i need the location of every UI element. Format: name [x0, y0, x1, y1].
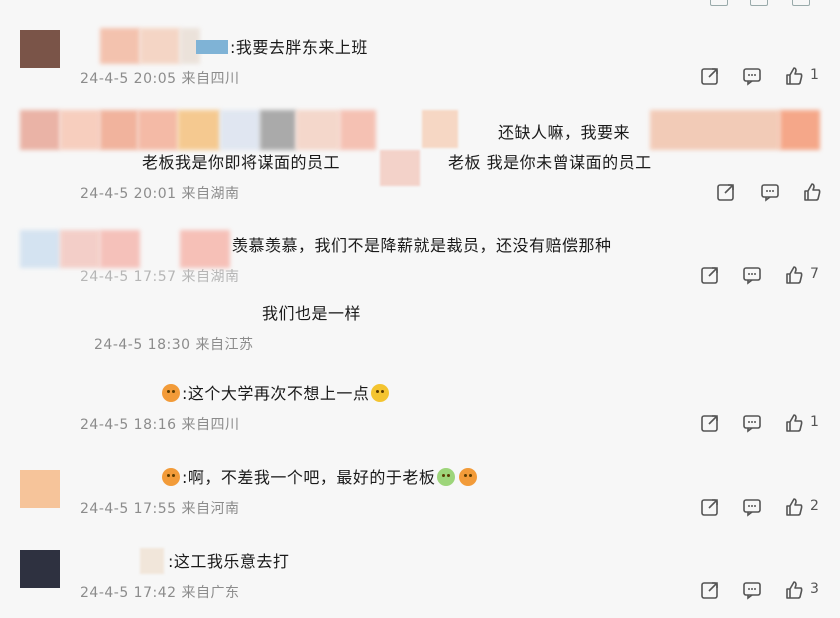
share-icon[interactable] [700, 497, 720, 517]
share-icon[interactable] [716, 182, 736, 202]
comment-icon[interactable] [742, 497, 762, 517]
comment-meta: 24-4-5 18:16 来自四川 [80, 417, 240, 433]
like-count: 1 [810, 67, 819, 83]
comment-text-content: :啊，不差我一个吧，最好的于老板 [182, 468, 436, 487]
blurred-username [100, 28, 200, 64]
comment-meta: 24-4-5 17:57 来自湖南 [80, 269, 240, 285]
blurred-block [380, 150, 420, 186]
user-avatar-mini [160, 468, 182, 487]
blurred-username [20, 110, 376, 150]
share-icon[interactable] [700, 580, 720, 600]
blurred-emoji-strip [650, 110, 820, 150]
comment-meta: 24-4-5 17:42 来自广东 [80, 585, 240, 601]
comment-meta: 24-4-5 20:05 来自四川 [80, 71, 240, 87]
top-action-bar [700, 0, 830, 6]
comment-actions [716, 182, 840, 204]
comment-icon[interactable] [742, 66, 762, 86]
user-avatar-mini [160, 384, 182, 403]
comment-text: :这个大学再次不想上一点 [182, 384, 391, 404]
thumbs-up-icon[interactable] [784, 580, 804, 600]
comment-text: :啊，不差我一个吧，最好的于老板 [182, 468, 479, 488]
laugh-emoji-icon [437, 468, 456, 486]
avatar[interactable] [20, 470, 60, 508]
share-icon[interactable] [700, 265, 720, 285]
share-icon[interactable] [700, 66, 720, 86]
comment-meta: 24-4-5 18:30 来自江苏 [94, 337, 254, 353]
comment-actions: 1 [700, 413, 830, 435]
comment-icon[interactable] [742, 413, 762, 433]
avatar[interactable] [20, 550, 60, 588]
comment-meta: 24-4-5 20:01 来自湖南 [80, 186, 240, 202]
comment-text: :这工我乐意去打 [168, 552, 290, 571]
comment-actions: 1 [700, 66, 830, 88]
comment-text: 还缺人嘛，我要来 [498, 123, 631, 142]
thumbs-up-icon[interactable] [784, 66, 804, 86]
comment-text: 我们也是一样 [262, 304, 362, 323]
smile-emoji-icon [371, 384, 390, 402]
thumbs-up-icon[interactable] [784, 265, 804, 285]
comment-text: 羡慕羡慕，我们不是降薪就是裁员，还没有赔偿那种 [232, 236, 612, 255]
blurred-username [20, 230, 230, 268]
comment-text-content: :这个大学再次不想上一点 [182, 384, 370, 403]
username-tag [196, 40, 228, 54]
thumbs-up-icon[interactable] [784, 413, 804, 433]
comment-icon[interactable] [742, 265, 762, 285]
thumbs-up-icon[interactable] [792, 0, 810, 6]
like-count: 2 [810, 498, 819, 514]
comment-text: 老板 我是你未曾谋面的员工 [448, 153, 652, 172]
heart-eyes-emoji-icon [459, 468, 478, 486]
like-count: 7 [810, 266, 819, 282]
comment-icon[interactable] [742, 580, 762, 600]
blurred-block [422, 110, 458, 148]
comment-actions: 7 [700, 265, 830, 287]
like-count: 3 [810, 581, 819, 597]
avatar[interactable] [20, 30, 60, 68]
thumbs-up-icon[interactable] [784, 497, 804, 517]
comment-icon[interactable] [750, 0, 768, 6]
comment-text: :我要去胖东来上班 [230, 38, 368, 57]
comment-text: 老板我是你即将谋面的员工 [142, 153, 341, 172]
comment-meta: 24-4-5 17:55 来自河南 [80, 501, 240, 517]
like-count: 1 [810, 414, 819, 430]
thumbs-up-icon[interactable] [802, 182, 822, 202]
comment-actions: 3 [700, 580, 830, 602]
comment-icon[interactable] [760, 182, 780, 202]
share-icon[interactable] [710, 0, 728, 6]
comment-actions: 2 [700, 497, 830, 519]
blurred-username [140, 548, 164, 574]
share-icon[interactable] [700, 413, 720, 433]
